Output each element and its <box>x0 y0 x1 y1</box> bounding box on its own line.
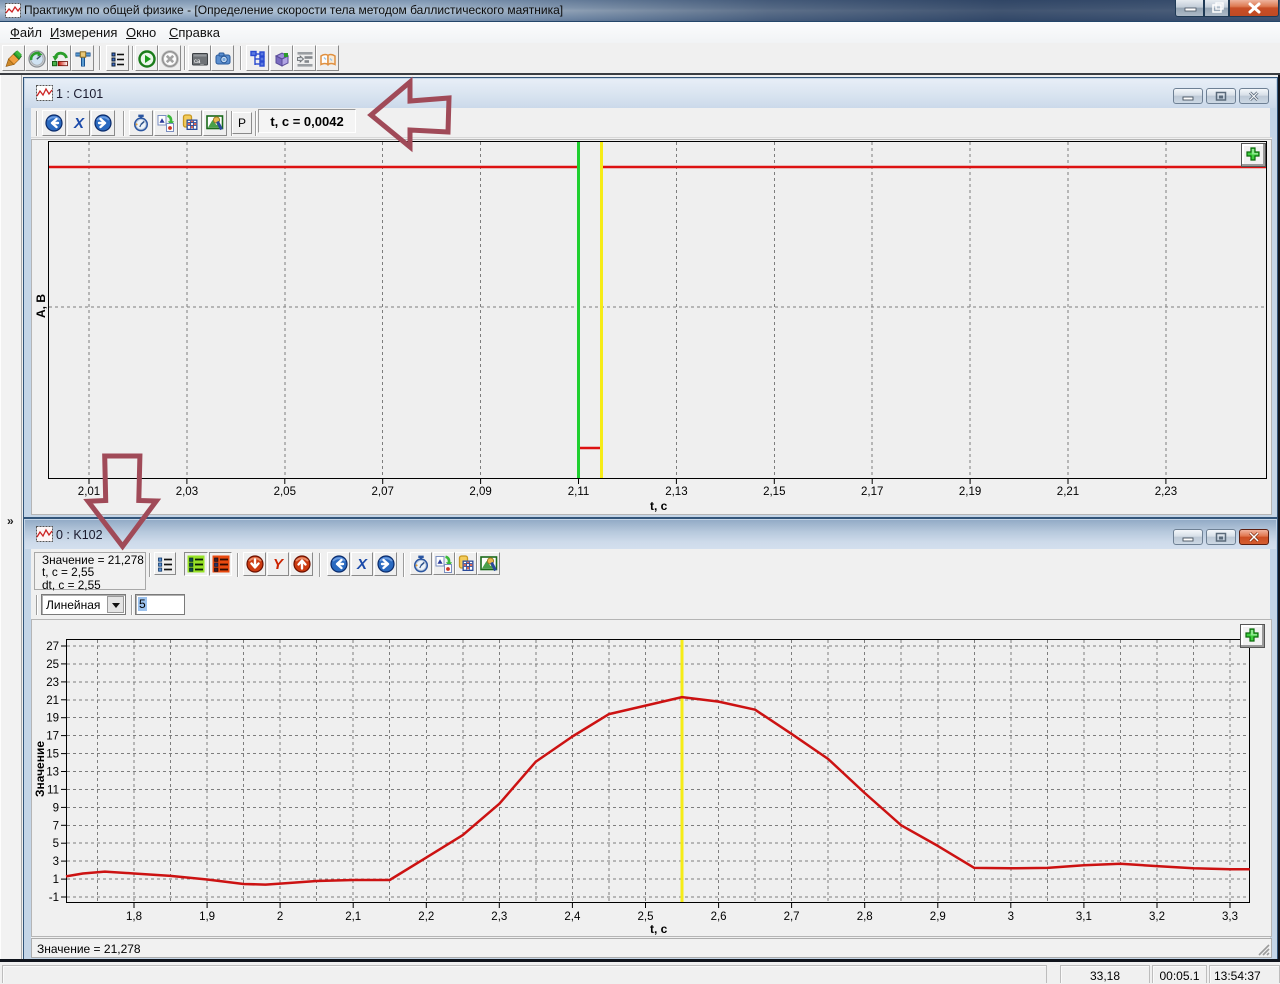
svg-text:X: X <box>72 115 84 132</box>
svg-text:2,09: 2,09 <box>469 486 491 498</box>
svg-text:-1: -1 <box>49 892 59 904</box>
svg-text:9: 9 <box>53 802 59 814</box>
svg-text:2,11: 2,11 <box>568 486 590 498</box>
svg-text:3,1: 3,1 <box>1076 911 1092 923</box>
svg-text:2,01: 2,01 <box>78 486 100 498</box>
svg-text:2,07: 2,07 <box>372 486 394 498</box>
svg-text:2,03: 2,03 <box>176 486 198 498</box>
svg-text:23: 23 <box>46 677 59 689</box>
svg-text:7: 7 <box>53 820 59 832</box>
svg-text:3,3: 3,3 <box>1222 911 1238 923</box>
svg-text:t, c: t, c <box>650 499 668 513</box>
svg-text:2,05: 2,05 <box>274 486 296 498</box>
svg-text:Y: Y <box>273 556 285 573</box>
svg-text:ca_: ca_ <box>194 59 204 65</box>
svg-text:t, c: t, c <box>650 922 668 936</box>
svg-text:2,4: 2,4 <box>564 911 581 923</box>
svg-text:3: 3 <box>1008 911 1014 923</box>
svg-text:25: 25 <box>46 659 59 671</box>
svg-text:1: 1 <box>53 874 59 886</box>
svg-text:2,19: 2,19 <box>959 486 981 498</box>
svg-text:2: 2 <box>277 911 283 923</box>
svg-text:X: X <box>356 556 368 573</box>
svg-text:15: 15 <box>46 749 59 761</box>
svg-text:2,9: 2,9 <box>930 911 946 923</box>
svg-text:2,21: 2,21 <box>1057 486 1079 498</box>
svg-text:2,13: 2,13 <box>665 486 687 498</box>
svg-text:2,15: 2,15 <box>763 486 785 498</box>
svg-text:2,3: 2,3 <box>491 911 507 923</box>
svg-text:3,2: 3,2 <box>1149 911 1165 923</box>
svg-text:5: 5 <box>53 838 59 850</box>
svg-text:2,1: 2,1 <box>345 911 361 923</box>
svg-text:2,8: 2,8 <box>857 911 873 923</box>
svg-text:3: 3 <box>53 856 59 868</box>
svg-text:13: 13 <box>46 767 59 779</box>
svg-text:1,9: 1,9 <box>199 911 215 923</box>
svg-text:11: 11 <box>47 784 59 796</box>
svg-text:19: 19 <box>46 713 59 725</box>
svg-text:2,17: 2,17 <box>861 486 883 498</box>
svg-text:2,6: 2,6 <box>711 911 727 923</box>
svg-text:1,8: 1,8 <box>126 911 142 923</box>
svg-text:2,2: 2,2 <box>418 911 434 923</box>
svg-text:21: 21 <box>46 695 59 707</box>
svg-text:17: 17 <box>46 731 59 743</box>
svg-text:2,7: 2,7 <box>784 911 800 923</box>
svg-text:27: 27 <box>46 641 59 653</box>
svg-text:2,23: 2,23 <box>1155 486 1177 498</box>
